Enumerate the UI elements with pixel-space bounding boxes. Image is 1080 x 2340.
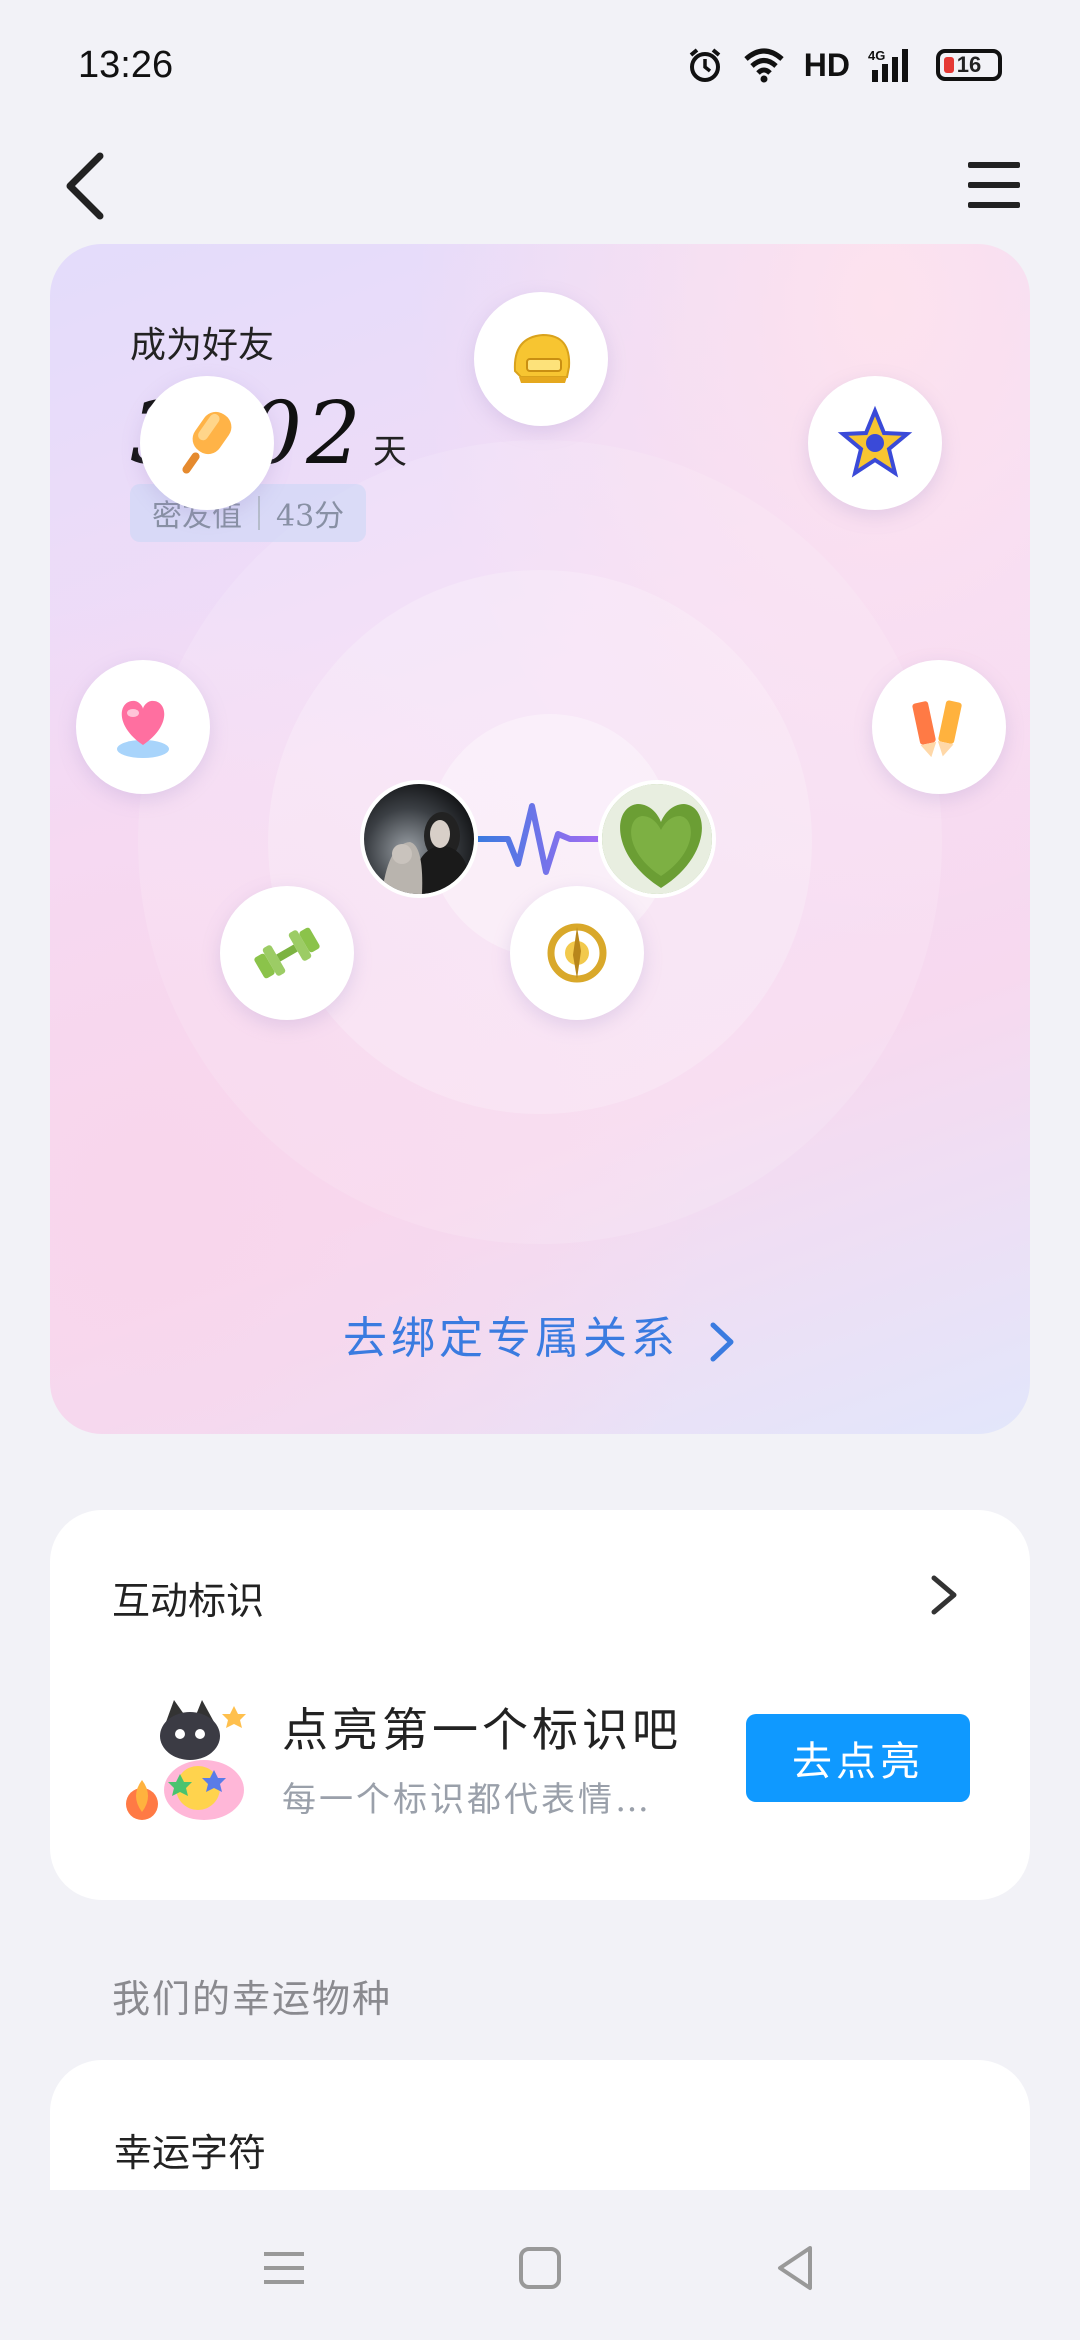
popsicle-icon [182,411,232,474]
helmet-icon [513,333,571,383]
compass-badge[interactable] [510,886,644,1020]
dumbbell-icon [254,927,320,979]
recent-apps-icon[interactable] [254,2238,314,2298]
back-nav-icon[interactable] [766,2238,826,2298]
bind-relationship-label: 去绑定专属关系 [343,1313,679,1364]
nav-bar [0,130,1080,240]
interaction-marks-title[interactable]: 互动标识 [112,1570,264,1625]
star-badge[interactable] [808,376,942,510]
lucky-section-header: 我们的幸运物种 [112,1977,393,2021]
chevron-right-icon [710,1322,734,1361]
light-up-button[interactable]: 去点亮 [746,1714,970,1802]
chevron-right-icon[interactable] [924,1570,964,1620]
divider [258,496,260,530]
heart-badge[interactable] [76,660,210,794]
svg-text:4G: 4G [868,48,885,63]
compass-icon [547,923,607,983]
friend-avatar[interactable] [598,780,716,898]
interaction-marks-card: 互动标识 点亮第一个标识吧 每一个标识都代表情… 去点亮 [50,1510,1030,1900]
status-bar: 13:26 HD 4G 16 [0,0,1080,130]
hamburger-menu-icon[interactable] [966,152,1022,218]
bind-relationship-link[interactable]: 去绑定专属关系 [50,1302,1030,1366]
heart-icon [117,700,169,758]
lucky-characters-title: 幸运字符 [114,2131,267,2175]
status-time: 13:26 [78,43,174,86]
battery-icon: 16 [936,49,1002,81]
friendship-card: 成为好友 3902 天 密友值 43分 [50,244,1030,1434]
days-unit: 天 [372,432,407,472]
interaction-sub-text: 每一个标识都代表情… [282,1780,652,1820]
network-label: HD [803,46,850,83]
star-icon [837,405,913,478]
pulse-wave-icon [478,803,602,875]
signal-icon: 4G [868,48,908,82]
alarm-icon [689,48,721,82]
battery-level: 16 [956,52,982,77]
popsicle-badge[interactable] [140,376,274,510]
intimacy-value: 43分 [276,499,345,534]
pencils-icon [912,700,962,758]
helmet-badge[interactable] [474,292,608,426]
friend-label: 成为好友 [130,325,275,366]
interaction-main-text: 点亮第一个标识吧 [282,1703,682,1757]
pencils-badge[interactable] [872,660,1006,794]
wifi-icon [744,48,784,83]
cat-sticker-icon [126,1700,246,1820]
home-icon[interactable] [510,2238,570,2298]
my-avatar[interactable] [360,780,478,898]
status-icons: HD 4G 16 [686,46,1002,84]
back-button[interactable] [56,146,116,226]
dumbbell-badge[interactable] [220,886,354,1020]
